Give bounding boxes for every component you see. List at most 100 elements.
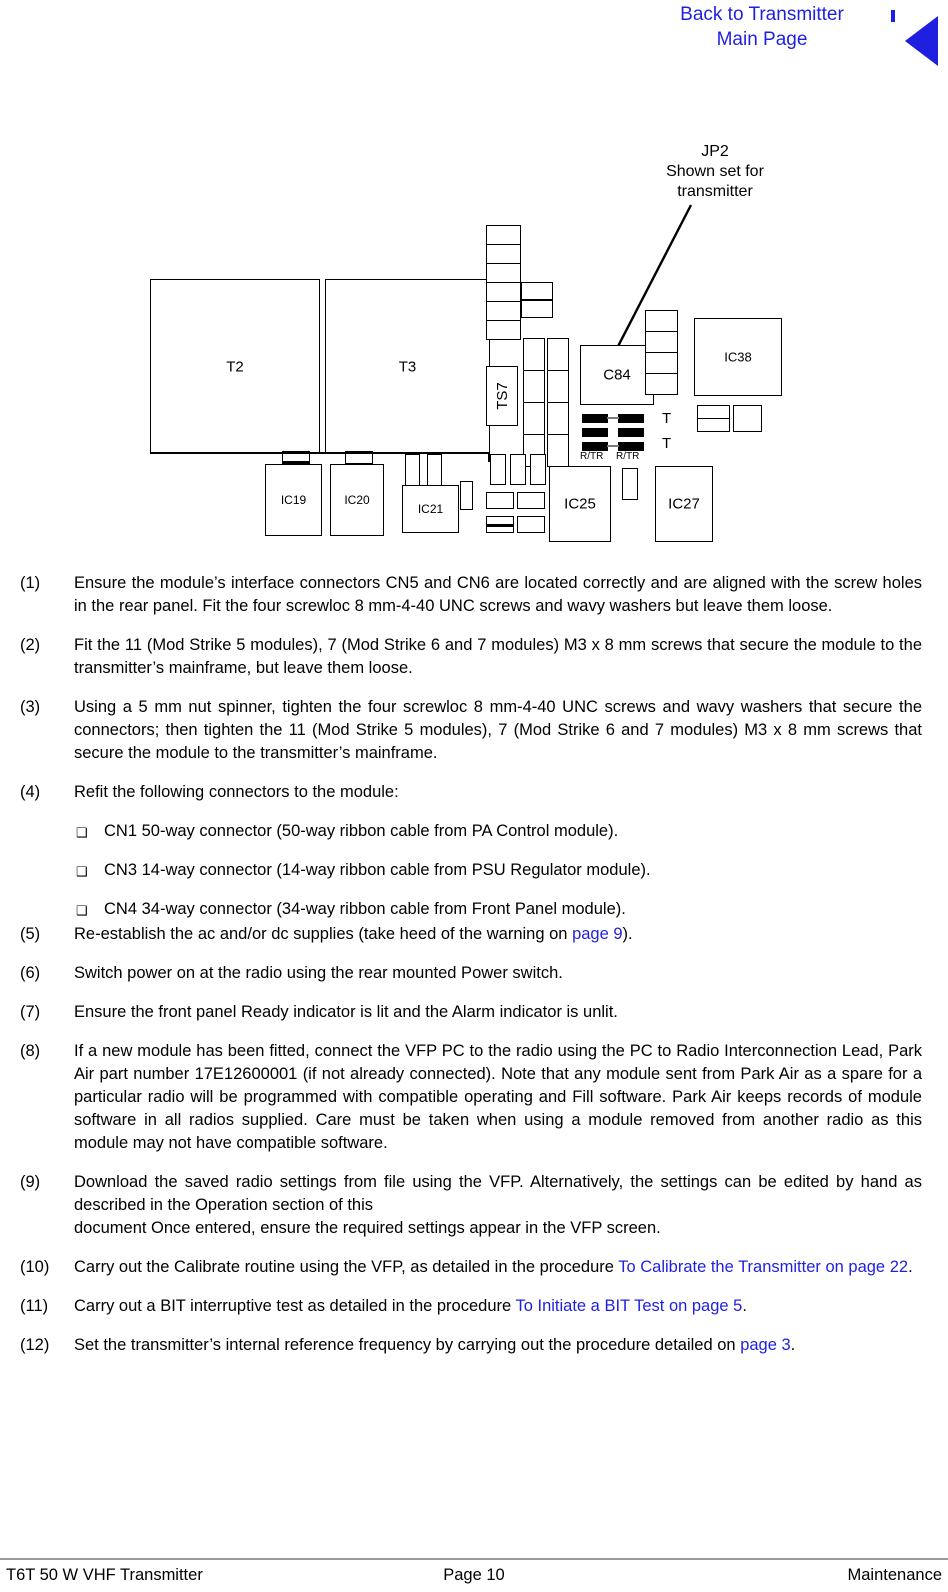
back-to-transmitter-main-page-link[interactable]: Back to Transmitter Main Page — [640, 2, 884, 52]
step-7-number: (7) — [20, 1003, 41, 1021]
component-T2-label: T2 — [226, 358, 244, 375]
board-edge — [150, 452, 325, 454]
step-10-text: Carry out the Calibrate routine using th… — [74, 1256, 922, 1279]
pcb-pad — [547, 370, 569, 403]
step-6-text: Switch power on at the radio using the r… — [74, 964, 563, 982]
to-initiate-a-bit-test-link[interactable]: To Initiate a BIT Test on page 5 — [515, 1297, 742, 1315]
jumper-label-left: R/TR — [580, 451, 604, 462]
step-12-number: (12) — [20, 1336, 50, 1354]
bullet-square-icon: ❑ — [76, 903, 88, 918]
component-TS7: TS7 — [486, 366, 518, 426]
pcb-pad — [521, 282, 553, 300]
list-item-cn4-text: CN4 34-way connector (34-way ribbon cabl… — [104, 900, 626, 918]
step-11-number: (11) — [20, 1297, 49, 1315]
to-calibrate-the-transmitter-link[interactable]: To Calibrate the Transmitter on page 22 — [618, 1258, 908, 1276]
pcb-pad — [697, 418, 730, 432]
component-IC25-label: IC25 — [564, 495, 596, 513]
component-T3-label: T3 — [398, 358, 417, 375]
pcb-pad — [486, 282, 521, 302]
pcb-pad — [486, 320, 521, 340]
pcb-pad — [622, 468, 638, 500]
component-T3: T3 — [325, 279, 490, 454]
component-C84-label: C84 — [603, 366, 631, 384]
step-9-number: (9) — [20, 1173, 41, 1191]
jumper-label-right: R/TR — [616, 451, 640, 462]
pcb-pad — [517, 492, 545, 509]
board-edge — [488, 452, 490, 462]
step-2: (2) Fit the 11 (Mod Strike 5 modules), 7… — [0, 634, 948, 680]
pcb-pad — [523, 370, 545, 403]
step-6-number: (6) — [20, 964, 41, 982]
step-9: (9) Download the saved radio settings fr… — [0, 1171, 948, 1240]
pcb-pad — [645, 373, 678, 395]
step-3-number: (3) — [20, 698, 41, 716]
step-12-pre: Set the transmitter’s internal reference… — [74, 1336, 741, 1354]
pcb-pad — [486, 301, 521, 321]
list-item-cn3-text: CN3 14-way connector (14-way ribbon cabl… — [104, 861, 651, 879]
step-4: (4) Refit the following connectors to th… — [0, 781, 948, 804]
bullet-square-icon: ❑ — [76, 825, 88, 840]
jumper-link-top — [607, 417, 619, 419]
pcb-pad — [523, 402, 545, 435]
back-arrow-icon[interactable] — [905, 16, 938, 66]
jumper-pad — [618, 414, 644, 423]
pcb-trace — [282, 461, 310, 464]
step-8-text: If a new module has been fitted, connect… — [74, 1042, 922, 1152]
step-7-text: Ensure the front panel Ready indicator i… — [74, 1003, 618, 1021]
pcb-pad — [530, 454, 546, 485]
jumper-pad — [618, 428, 644, 437]
step-10-number: (10) — [20, 1258, 50, 1276]
page-3-link[interactable]: page 3 — [740, 1336, 790, 1354]
component-IC21-label: IC21 — [417, 502, 444, 516]
component-T2: T2 — [150, 279, 320, 454]
component-IC21: IC21 — [402, 485, 459, 533]
pcb-pad — [486, 244, 521, 264]
step-1: (1) Ensure the module’s interface connec… — [0, 572, 948, 618]
procedure-steps-list: (1) Ensure the module’s interface connec… — [0, 572, 948, 1373]
back-link-line-2: Main Page — [716, 29, 808, 50]
pcb-pad — [427, 454, 442, 486]
jumper-link-bottom — [607, 445, 619, 447]
pcb-pad — [547, 434, 569, 467]
page-footer: T6T 50 W VHF Transmitter Page 10 Mainten… — [0, 1566, 948, 1592]
step-4-text: Refit the following connectors to the mo… — [74, 783, 399, 801]
footer-section-name: Maintenance — [847, 1566, 942, 1584]
step-11-text: Carry out a BIT interruptive test as det… — [74, 1295, 922, 1318]
jumper-pad — [618, 442, 644, 451]
step-10: (10) Carry out the Calibrate routine usi… — [0, 1256, 948, 1279]
pcb-pad — [486, 263, 521, 283]
step-4-number: (4) — [20, 783, 41, 801]
pcb-layout-diagram: JP2 Shown set for transmitter T2 T3 TS7 … — [0, 120, 948, 560]
list-item-cn1: ❑ CN1 50-way connector (50-way ribbon ca… — [0, 820, 948, 843]
list-item-cn4: ❑ CN4 34-way connector (34-way ribbon ca… — [0, 898, 948, 921]
jumper-pad — [582, 442, 608, 451]
step-3: (3) Using a 5 mm nut spinner, tighten th… — [0, 696, 948, 765]
pcb-pad — [733, 405, 762, 432]
pcb-pad — [645, 352, 678, 374]
page-9-link[interactable]: page 9 — [572, 925, 622, 943]
jp2-callout-line-2: Shown set for — [666, 163, 764, 180]
step-9-line-1: Download the saved radio settings from f… — [74, 1173, 922, 1214]
pcb-pad — [645, 310, 678, 332]
component-IC38: IC38 — [694, 318, 782, 396]
pcb-pad — [510, 454, 526, 485]
back-arrow-stub — [891, 10, 895, 22]
component-IC20: IC20 — [330, 464, 384, 536]
jumper-pad — [582, 414, 608, 423]
footer-divider — [0, 1558, 948, 1560]
component-IC25: IC25 — [549, 466, 611, 542]
step-11-post: . — [742, 1297, 747, 1315]
component-IC27: IC27 — [655, 466, 713, 542]
component-IC38-label: IC38 — [724, 349, 752, 365]
component-IC20-label: IC20 — [344, 493, 370, 507]
pcb-pad — [460, 481, 473, 510]
pcb-pad — [523, 338, 545, 371]
component-C84: C84 — [580, 345, 654, 405]
pcb-pad — [521, 300, 553, 318]
pcb-trace — [487, 524, 514, 527]
step-5-text: Re-establish the ac and/or dc supplies (… — [74, 923, 922, 946]
jp2-callout-line-1: JP2 — [701, 143, 729, 160]
step-3-text: Using a 5 mm nut spinner, tighten the fo… — [74, 698, 922, 762]
step-8-number: (8) — [20, 1042, 41, 1060]
component-IC27-label: IC27 — [668, 495, 700, 513]
